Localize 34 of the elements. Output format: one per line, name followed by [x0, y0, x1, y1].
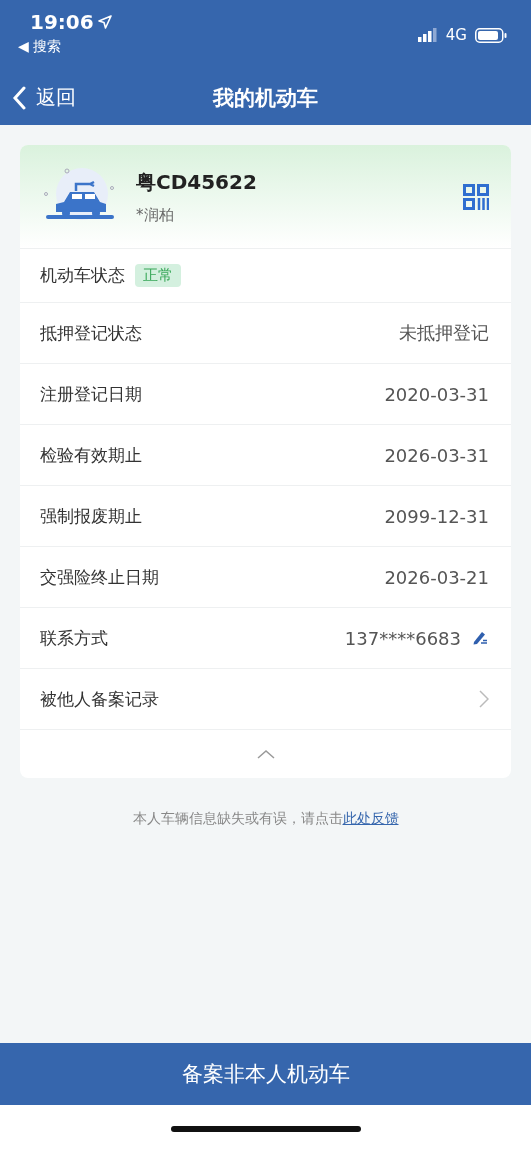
field-label: 检验有效期止 — [40, 443, 142, 467]
edit-icon[interactable] — [471, 629, 489, 647]
feedback-text: 本人车辆信息缺失或有误，请点击 — [132, 810, 343, 826]
qr-code-icon[interactable] — [463, 183, 489, 210]
field-value: 2020-03-31 — [384, 383, 489, 405]
field-label: 抵押登记状态 — [40, 321, 142, 345]
field-label: 联系方式 — [40, 626, 108, 650]
status-time: 19:06 — [30, 10, 94, 34]
license-plate: 粤CD45622 — [136, 168, 258, 196]
field-label: 机动车状态 — [40, 264, 125, 287]
chevron-right-icon — [479, 690, 489, 708]
field-label: 注册登记日期 — [40, 382, 142, 406]
collapse-icon[interactable] — [256, 749, 275, 759]
field-label: 交强险终止日期 — [40, 565, 159, 589]
network-label: 4G — [445, 26, 467, 44]
page-title: 我的机动车 — [213, 85, 318, 110]
home-indicator[interactable] — [170, 1125, 361, 1132]
field-value: 未抵押登记 — [399, 321, 489, 345]
field-value: 2026-03-31 — [384, 444, 489, 466]
back-to-app-link[interactable]: ◀ 搜索 — [18, 38, 112, 56]
back-button[interactable]: 返回 — [12, 84, 76, 111]
status-badge: 正常 — [135, 264, 181, 287]
back-chevron-icon — [12, 85, 26, 110]
battery-icon — [475, 27, 507, 43]
signal-icon — [417, 28, 438, 42]
register-vehicle-button[interactable]: 备案非本人机动车 — [0, 1043, 531, 1105]
field-label: 强制报废期止 — [40, 504, 142, 528]
field-value: 2099-12-31 — [384, 505, 489, 527]
owner-name: *润柏 — [136, 205, 175, 225]
field-value: 2026-03-21 — [384, 566, 489, 588]
list-item[interactable]: 被他人备案记录 — [20, 668, 511, 729]
location-icon — [97, 15, 112, 29]
feedback-link[interactable]: 此处反馈 — [342, 810, 399, 826]
field-value: 137****6683 — [344, 627, 461, 649]
